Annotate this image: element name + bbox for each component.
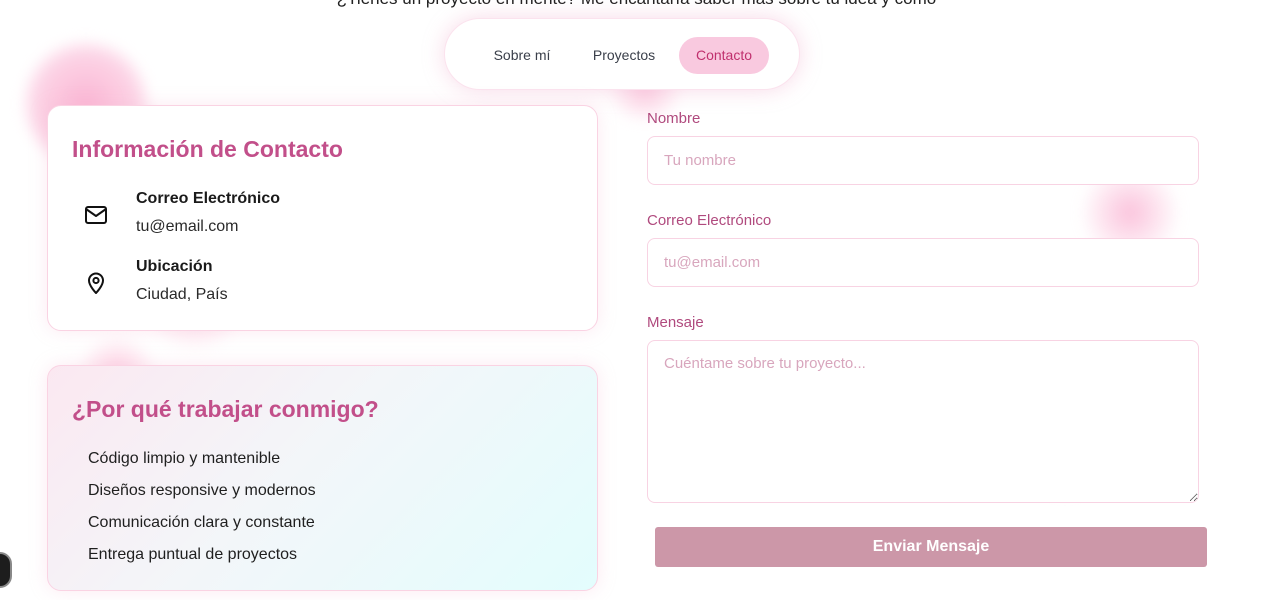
list-item: Entrega puntual de proyectos bbox=[88, 546, 298, 563]
list-item: Código limpio y mantenible bbox=[88, 450, 281, 467]
nav-item-contacto[interactable]: Contacto bbox=[679, 37, 769, 74]
contact-info-card: Información de Contacto Correo Electróni… bbox=[47, 105, 598, 331]
contact-location-value: Ciudad, País bbox=[136, 286, 228, 303]
list-item: Diseños responsive y modernos bbox=[88, 482, 316, 499]
contact-location-row: Ubicación Ciudad, País bbox=[72, 258, 572, 314]
contact-email-row: Correo Electrónico tu@email.com bbox=[72, 190, 572, 246]
section-intro-text: ¿Tienes un proyecto en mente? Me encanta… bbox=[0, 0, 1273, 9]
map-pin-icon bbox=[84, 271, 108, 295]
contact-location-label: Ubicación bbox=[136, 258, 213, 275]
email-input[interactable] bbox=[647, 238, 1199, 287]
nav-item-sobre-mi[interactable]: Sobre mí bbox=[477, 37, 567, 74]
email-field-label: Correo Electrónico bbox=[647, 212, 772, 229]
send-message-button[interactable]: Enviar Mensaje bbox=[655, 527, 1207, 567]
why-work-with-me-card: ¿Por qué trabajar conmigo? Código limpio… bbox=[47, 365, 598, 591]
contact-email-label: Correo Electrónico bbox=[136, 190, 281, 207]
top-navigation: Sobre mí Proyectos Contacto bbox=[444, 18, 800, 90]
nav-item-proyectos[interactable]: Proyectos bbox=[578, 37, 670, 74]
name-field-label: Nombre bbox=[647, 110, 701, 127]
why-list: Código limpio y mantenible Diseños respo… bbox=[88, 449, 316, 577]
list-item: Comunicación clara y constante bbox=[88, 514, 315, 531]
floating-toggle-button[interactable] bbox=[0, 552, 12, 588]
contact-email-value: tu@email.com bbox=[136, 218, 239, 235]
message-field-label: Mensaje bbox=[647, 314, 704, 331]
contact-info-title: Información de Contacto bbox=[72, 136, 343, 162]
name-input[interactable] bbox=[647, 136, 1199, 185]
why-title: ¿Por qué trabajar conmigo? bbox=[72, 396, 379, 422]
mail-icon bbox=[84, 203, 108, 227]
message-textarea[interactable] bbox=[647, 340, 1199, 503]
